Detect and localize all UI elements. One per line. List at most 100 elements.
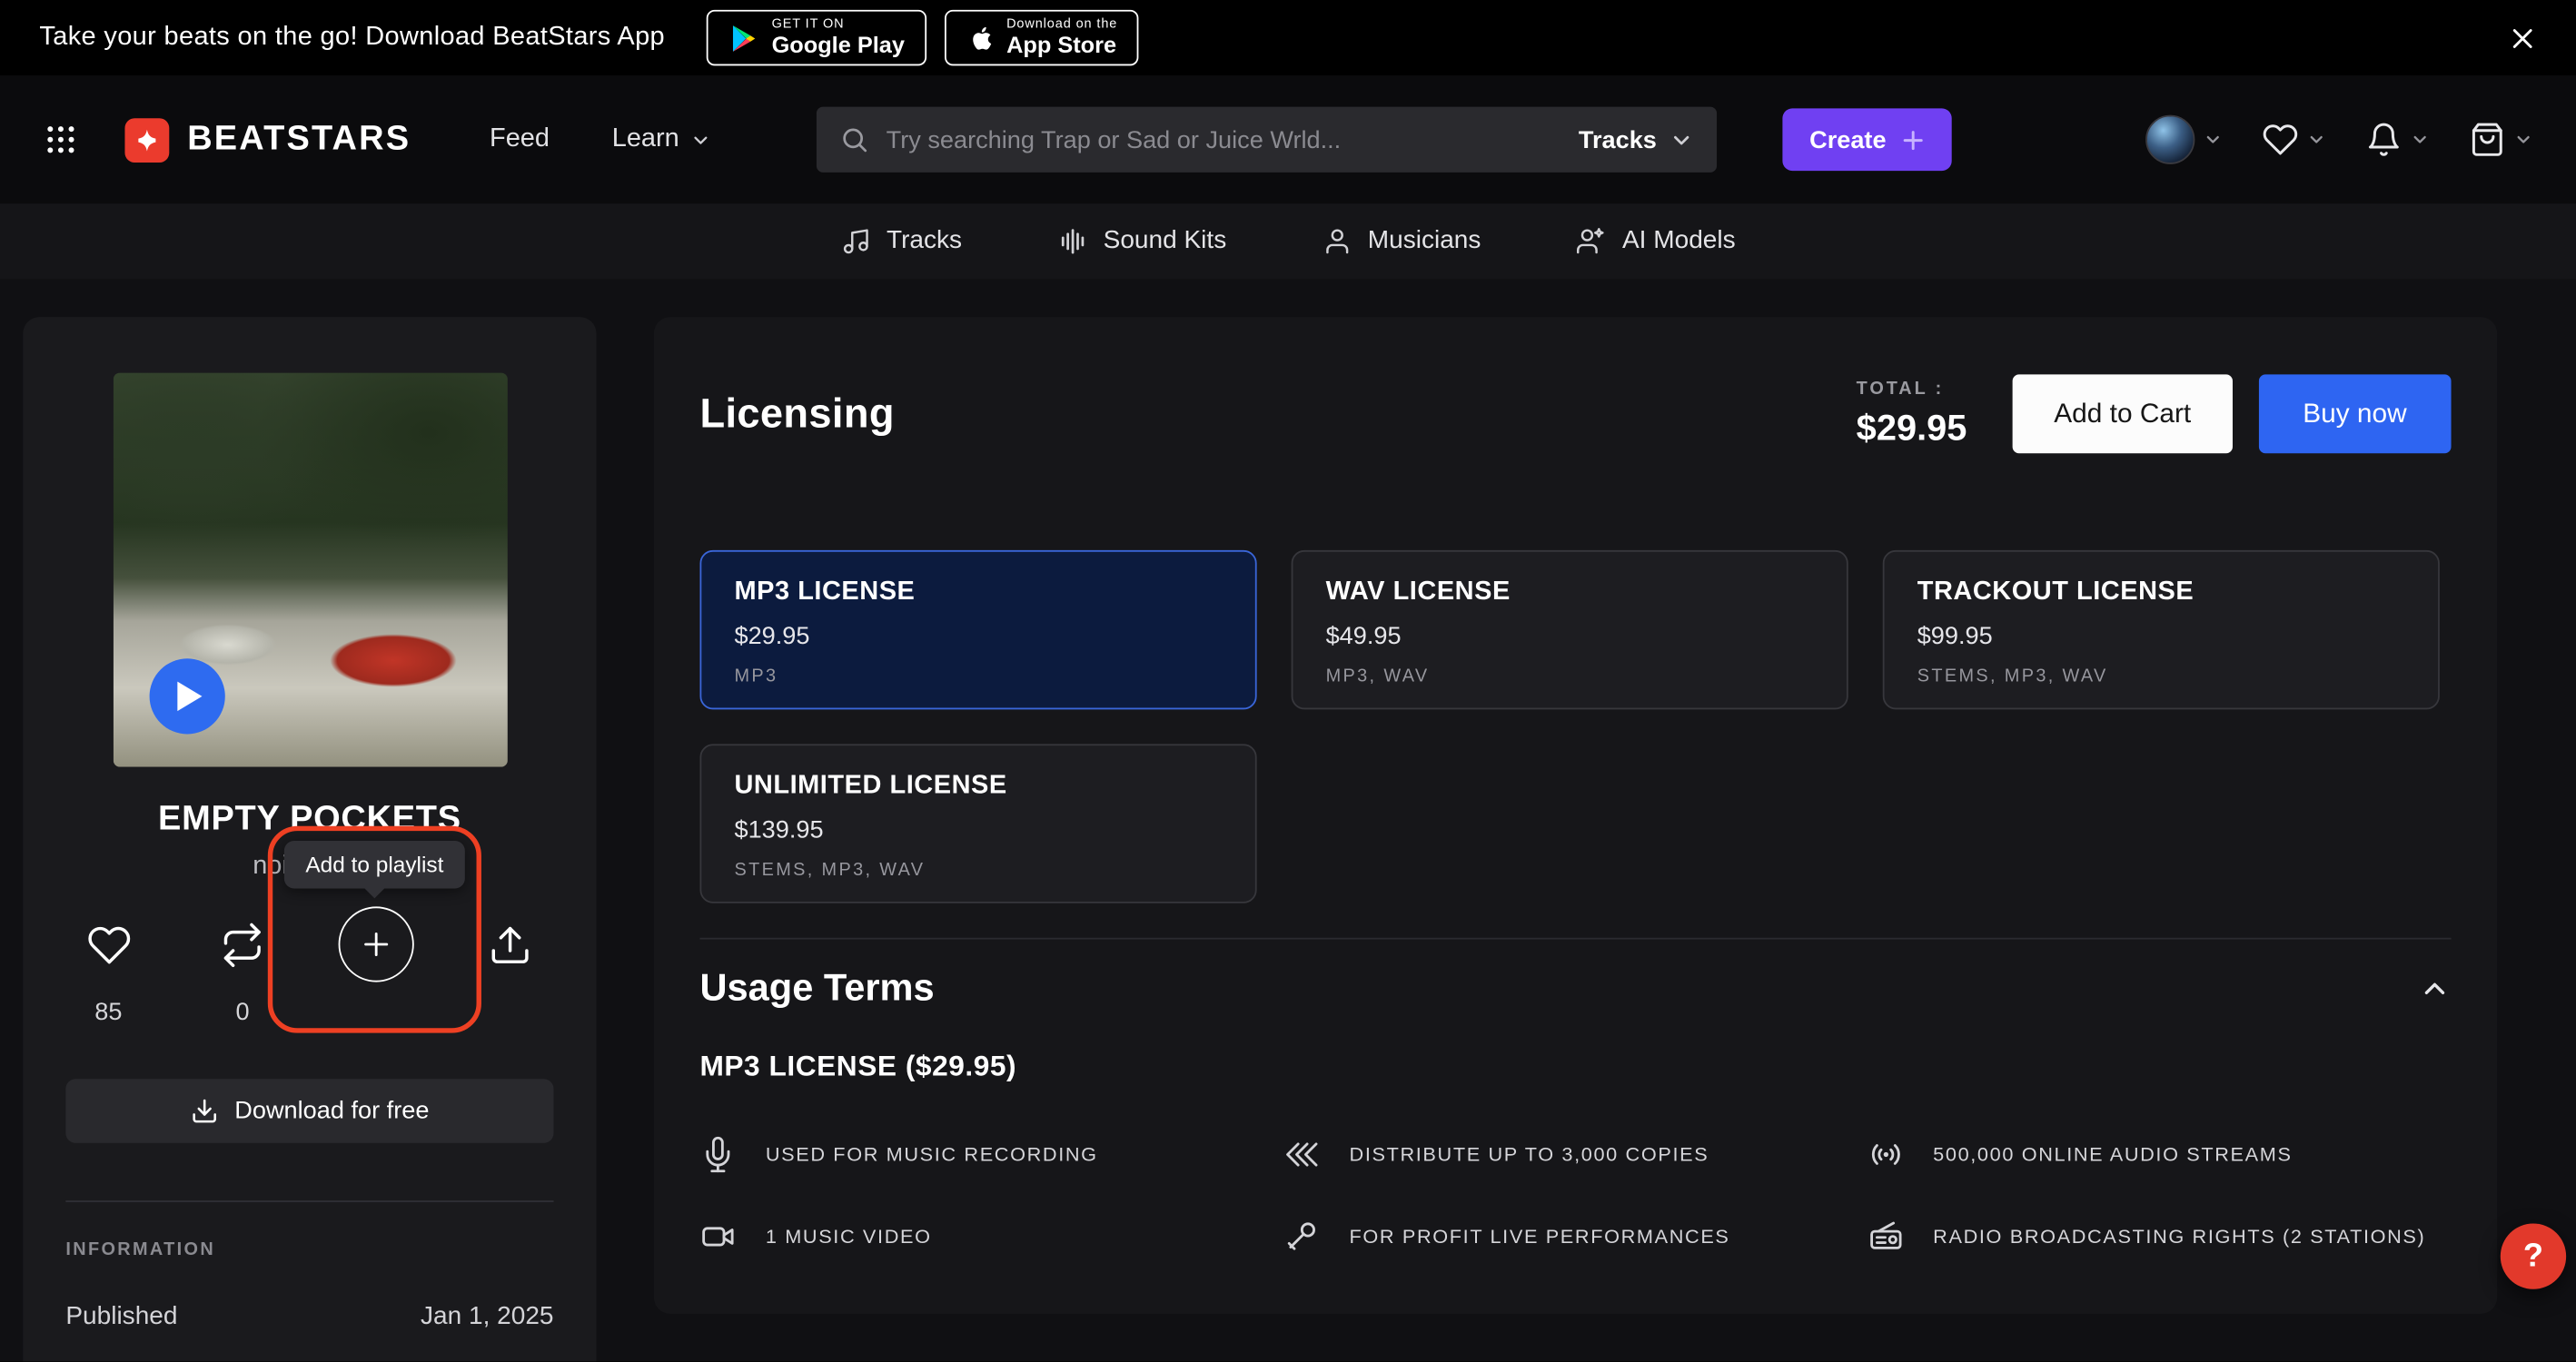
download-free-button[interactable]: Download for free	[65, 1079, 553, 1143]
total-block: TOTAL : $29.95	[1857, 379, 1967, 449]
search-bar: Tracks	[817, 107, 1718, 173]
help-button[interactable]: ?	[2501, 1223, 2566, 1288]
music-note-icon	[840, 227, 870, 257]
subnav-item-sound-kits[interactable]: Sound Kits	[1057, 227, 1226, 257]
category-subnav: Tracks Sound Kits Musicians AI Models	[0, 203, 2576, 279]
favorites-menu[interactable]	[2263, 122, 2327, 158]
create-button[interactable]: Create	[1783, 108, 1952, 171]
information-label: INFORMATION	[65, 1240, 553, 1260]
published-row: Published Jan 1, 2025	[65, 1302, 553, 1332]
licensing-title: Licensing	[699, 390, 894, 438]
plus-circle-icon	[339, 906, 414, 982]
header-actions	[2106, 115, 2533, 164]
broadcast-icon	[1868, 1137, 1904, 1173]
subnav-item-musicians[interactable]: Musicians	[1322, 227, 1481, 257]
app-store-badge[interactable]: Download on the App Store	[944, 10, 1138, 65]
waveform-icon	[1057, 227, 1087, 257]
track-artist: noizy (BU	[65, 853, 553, 885]
video-camera-icon	[699, 1219, 736, 1255]
main-nav: Feed Learn	[490, 124, 712, 154]
store-badges: GET IT ON Google Play Download on the Ap…	[706, 10, 1139, 65]
term-distribute-copies: DISTRIBUTE UP TO 3,000 COPIES	[1283, 1137, 1868, 1173]
person-icon	[1322, 227, 1352, 257]
like-button[interactable]: 85	[65, 903, 151, 1028]
add-to-playlist-button[interactable]	[334, 903, 420, 1028]
chevron-down-icon	[2410, 130, 2430, 150]
repost-count: 0	[236, 999, 250, 1029]
licensing-panel: Licensing TOTAL : $29.95 Add to Cart Buy…	[654, 317, 2497, 1314]
apps-grid-icon[interactable]	[43, 122, 79, 158]
banner-text: Take your beats on the go! Download Beat…	[39, 23, 665, 53]
brand-name: BEATSTARS	[187, 120, 411, 159]
license-card-unlimited[interactable]: UNLIMITED LICENSE $139.95 STEMS, MP3, WA…	[699, 744, 1256, 903]
license-card-trackout[interactable]: TRACKOUT LICENSE $99.95 STEMS, MP3, WAV	[1883, 550, 2440, 709]
banner-close-button[interactable]	[2509, 24, 2537, 52]
profile-menu[interactable]	[2145, 115, 2223, 164]
google-play-badge[interactable]: GET IT ON Google Play	[706, 10, 926, 65]
notifications-menu[interactable]	[2365, 122, 2430, 158]
google-play-bottom-line: Google Play	[772, 33, 905, 58]
download-icon	[190, 1097, 218, 1125]
chevron-down-icon	[2513, 130, 2533, 150]
apple-icon	[966, 21, 994, 55]
usage-terms-grid: USED FOR MUSIC RECORDING DISTRIBUTE UP T…	[699, 1137, 2451, 1255]
published-date: Jan 1, 2025	[421, 1302, 554, 1332]
person-sparkle-icon	[1576, 227, 1606, 257]
term-live-performances: FOR PROFIT LIVE PERFORMANCES	[1283, 1219, 1868, 1255]
app-store-top-line: Download on the	[1006, 18, 1117, 33]
term-radio-broadcasting: RADIO BROADCASTING RIGHTS (2 STATIONS)	[1868, 1219, 2452, 1255]
buy-now-button[interactable]: Buy now	[2258, 374, 2451, 453]
total-value: $29.95	[1857, 407, 1967, 449]
app-store-bottom-line: App Store	[1006, 33, 1117, 58]
nav-item-feed[interactable]: Feed	[490, 124, 550, 154]
share-button[interactable]	[468, 903, 553, 1028]
add-to-playlist-icon-wrap	[339, 903, 414, 985]
usage-terms-title: Usage Terms	[699, 965, 934, 1010]
heart-icon	[2263, 122, 2299, 158]
search-category-selector[interactable]: Tracks	[1579, 125, 1695, 153]
track-artwork	[113, 373, 507, 767]
subnav-item-tracks[interactable]: Tracks	[840, 227, 962, 257]
published-label: Published	[65, 1302, 177, 1332]
microphone-icon	[699, 1137, 736, 1173]
like-count: 85	[94, 999, 122, 1029]
licensing-header: Licensing TOTAL : $29.95 Add to Cart Buy…	[699, 317, 2451, 510]
add-to-cart-button[interactable]: Add to Cart	[2013, 374, 2232, 453]
nav-item-learn[interactable]: Learn	[612, 124, 712, 154]
main-header: BEATSTARS Feed Learn Tracks	[0, 75, 2576, 203]
search-input[interactable]	[887, 125, 1562, 153]
license-card-mp3[interactable]: MP3 LICENSE $29.95 MP3	[699, 550, 1256, 709]
distribute-icon	[1283, 1137, 1320, 1173]
repost-button[interactable]: 0	[200, 903, 285, 1028]
chevron-up-icon	[2418, 972, 2451, 1004]
shopping-bag-icon	[2469, 122, 2505, 158]
collapse-usage-terms-button[interactable]	[2418, 972, 2451, 1004]
repeat-icon	[221, 903, 265, 985]
subnav-item-ai-models[interactable]: AI Models	[1576, 227, 1735, 257]
usage-terms-header: Usage Terms	[699, 965, 2451, 1010]
search-icon	[840, 124, 870, 154]
radio-icon	[1868, 1219, 1904, 1255]
licensing-header-actions: TOTAL : $29.95 Add to Cart Buy now	[1857, 374, 2452, 453]
google-play-top-line: GET IT ON	[772, 18, 905, 33]
chevron-down-icon	[1669, 127, 1694, 152]
total-label: TOTAL :	[1857, 379, 1967, 399]
cart-menu[interactable]	[2469, 122, 2533, 158]
live-mic-icon	[1283, 1219, 1320, 1255]
bell-icon	[2365, 122, 2402, 158]
license-card-wav[interactable]: WAV LICENSE $49.95 MP3, WAV	[1292, 550, 1848, 709]
share-icon	[489, 903, 533, 985]
chevron-down-icon	[2203, 130, 2223, 150]
play-button[interactable]	[149, 658, 224, 734]
track-title: EMPTY POCKETS	[65, 800, 553, 839]
beatstars-logo[interactable]: BEATSTARS	[124, 117, 411, 162]
heart-icon	[86, 903, 131, 985]
avatar	[2145, 115, 2195, 164]
track-actions: 85 0	[65, 903, 553, 1028]
track-card: EMPTY POCKETS noizy (BU 85 0	[23, 317, 596, 1361]
plus-icon	[1901, 127, 1926, 152]
google-play-icon	[728, 22, 758, 53]
term-music-recording: USED FOR MUSIC RECORDING	[699, 1137, 1283, 1173]
divider	[65, 1200, 553, 1202]
divider	[699, 938, 2451, 940]
